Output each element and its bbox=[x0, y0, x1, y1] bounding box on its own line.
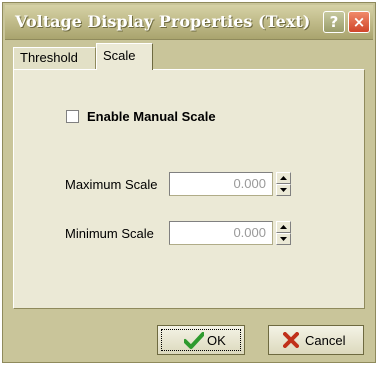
minimum-scale-input[interactable]: 0.000 bbox=[169, 221, 273, 245]
ok-button[interactable]: OK bbox=[157, 325, 245, 355]
close-button[interactable]: × bbox=[348, 11, 370, 33]
help-button[interactable]: ? bbox=[323, 11, 345, 33]
button-bar: OK Cancel bbox=[13, 313, 365, 361]
cancel-button[interactable]: Cancel bbox=[268, 325, 364, 355]
enable-manual-scale-label: Enable Manual Scale bbox=[87, 109, 216, 124]
minimum-scale-increment-button[interactable] bbox=[276, 221, 291, 233]
question-mark-icon: ? bbox=[329, 13, 339, 31]
maximum-scale-increment-button[interactable] bbox=[276, 172, 291, 184]
minimum-scale-spinner[interactable] bbox=[276, 221, 291, 245]
maximum-scale-input[interactable]: 0.000 bbox=[169, 172, 273, 196]
minimum-scale-label: Minimum Scale bbox=[65, 226, 154, 241]
ok-label: OK bbox=[207, 333, 226, 348]
dialog-window: Voltage Display Properties (Text) ? × Th… bbox=[2, 2, 376, 363]
arrow-down-icon bbox=[280, 237, 287, 241]
tab-scale[interactable]: Scale bbox=[96, 43, 153, 70]
maximum-scale-label: Maximum Scale bbox=[65, 177, 158, 192]
arrow-up-icon bbox=[280, 176, 287, 180]
window-title: Voltage Display Properties (Text) bbox=[15, 12, 311, 31]
close-icon: × bbox=[352, 13, 366, 31]
scale-tab-panel: Enable Manual Scale Maximum Scale 0.000 … bbox=[13, 69, 365, 309]
red-x-icon bbox=[283, 332, 299, 348]
checkmark-icon bbox=[184, 332, 204, 349]
title-bar[interactable]: Voltage Display Properties (Text) ? × bbox=[5, 5, 373, 40]
cancel-label: Cancel bbox=[305, 333, 346, 348]
minimum-scale-decrement-button[interactable] bbox=[276, 233, 291, 245]
maximum-scale-spinner[interactable] bbox=[276, 172, 291, 196]
enable-manual-scale-checkbox[interactable] bbox=[66, 110, 79, 123]
maximum-scale-decrement-button[interactable] bbox=[276, 184, 291, 196]
arrow-up-icon bbox=[280, 225, 287, 229]
tab-threshold[interactable]: Threshold bbox=[13, 47, 96, 69]
arrow-down-icon bbox=[280, 188, 287, 192]
